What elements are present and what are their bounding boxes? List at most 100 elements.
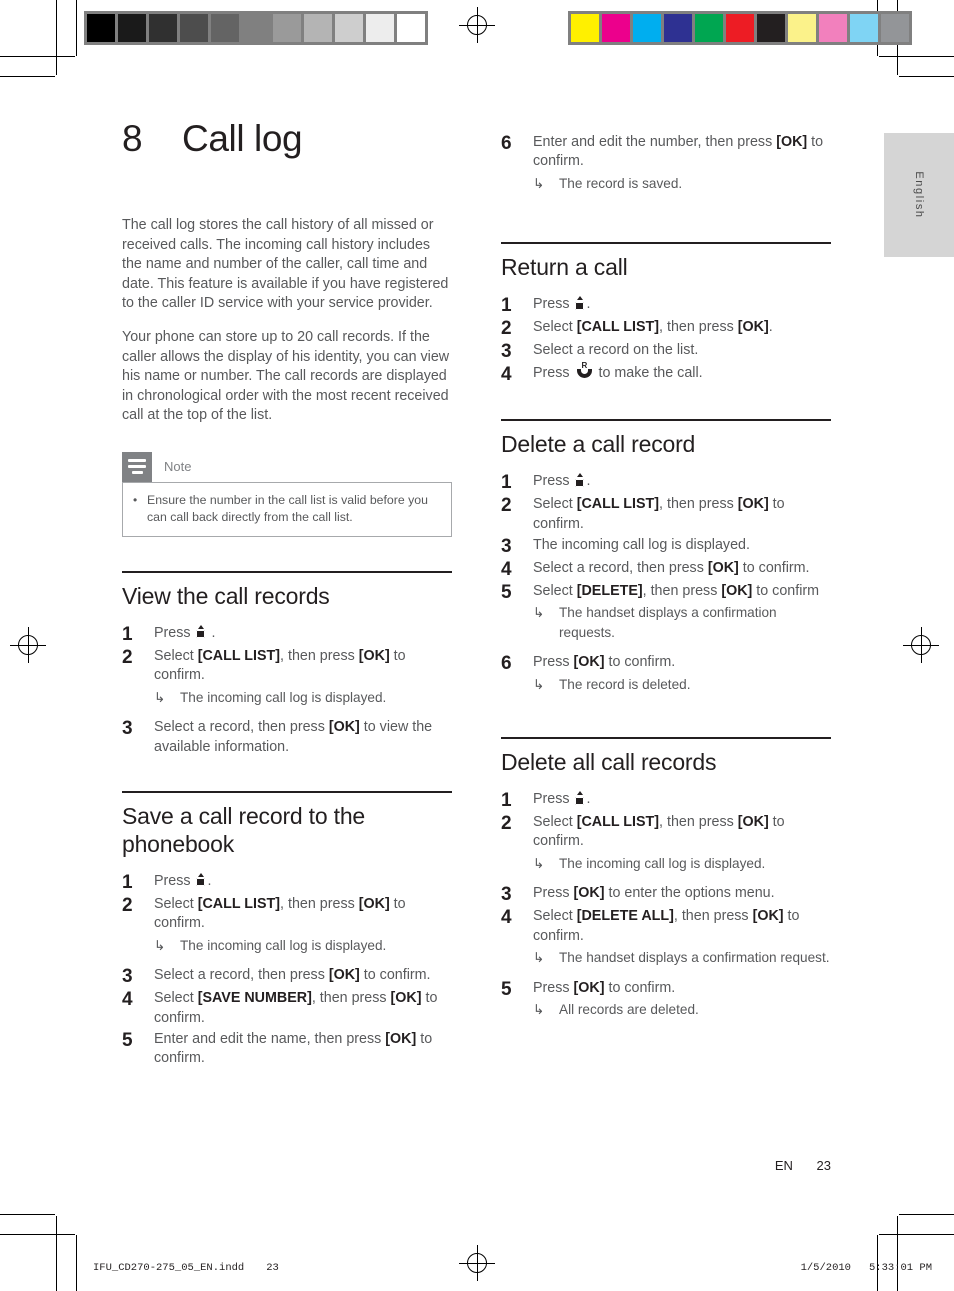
instruction-step: 3 Select a record, then press [OK] to con… bbox=[122, 966, 452, 987]
note-bullet: • bbox=[133, 492, 138, 507]
section-heading: Return a call bbox=[501, 254, 628, 281]
step-text: Select a record on the list. bbox=[533, 342, 699, 359]
chapter-title: 8 Call log bbox=[122, 118, 452, 160]
step-text: Select a record, then press [OK] to view… bbox=[154, 719, 433, 755]
step-number: 1 bbox=[122, 871, 133, 893]
result-text: The handset displays a confirmation requ… bbox=[559, 605, 777, 640]
intro-paragraph-2: Your phone can store up to 20 call recor… bbox=[122, 328, 450, 424]
steps-list: 1 Press . 2 Select [CALL LIST], then press … bbox=[501, 790, 831, 1028]
instruction-step: 5 Select [DELETE], then press [OK] to con… bbox=[501, 582, 831, 651]
section-rule bbox=[122, 570, 452, 573]
page-footer: EN 23 bbox=[501, 1158, 831, 1173]
result-text: The handset displays a confirmation requ… bbox=[559, 950, 830, 966]
step-number: 5 bbox=[501, 978, 512, 1000]
result-text: The incoming call log is displayed. bbox=[559, 855, 766, 871]
instruction-step: 1 Press . bbox=[501, 295, 831, 316]
phonebook-icon bbox=[196, 624, 207, 639]
note-title: Note bbox=[164, 459, 192, 475]
step-number: 3 bbox=[501, 341, 512, 363]
step-text: Press . bbox=[154, 624, 216, 641]
instruction-step: 4 Select a record, then press [OK] to con… bbox=[501, 559, 831, 580]
result-text: All records are deleted. bbox=[559, 1001, 699, 1017]
step-text: Select [CALL LIST], then press [OK] to c… bbox=[533, 814, 785, 850]
step-number: 4 bbox=[501, 364, 512, 386]
chapter-number: 8 bbox=[122, 118, 143, 159]
steps-list: 1 Press . 2 Select [CALL LIST], then press … bbox=[122, 872, 452, 1069]
step-text: Enter and edit the number, then press [O… bbox=[533, 134, 824, 170]
printed-manual-page: English 8 Call log The call log stores t… bbox=[0, 0, 954, 1291]
step-text: Enter and edit the name, then press [OK]… bbox=[154, 1031, 433, 1067]
step-result: ↳ The incoming call log is displayed. bbox=[154, 936, 452, 955]
step-number: 3 bbox=[122, 966, 133, 988]
step-text: Select [DELETE ALL], then press [OK] to … bbox=[533, 908, 800, 944]
step-text: Press . bbox=[533, 791, 591, 808]
section-delete-all-call-records: Delete all call records 1 Press . 2 Select … bbox=[501, 737, 831, 1028]
phonebook-icon bbox=[575, 791, 586, 805]
phonebook-icon bbox=[575, 473, 586, 487]
step-text: Select [CALL LIST], then press [OK] to c… bbox=[154, 895, 406, 932]
result-text: The incoming call log is displayed. bbox=[180, 937, 387, 953]
instruction-step: 2 Select [CALL LIST], then press [OK]. bbox=[501, 318, 831, 339]
step-text: Select [CALL LIST], then press [OK] to c… bbox=[533, 496, 785, 532]
footer-locale: EN bbox=[774, 1158, 793, 1173]
step-number: 2 bbox=[501, 318, 512, 340]
step-text: Press R to make the call. bbox=[533, 361, 703, 382]
right-column: 6 Enter and edit the number, then press [… bbox=[501, 133, 831, 1030]
instruction-step: 3 Select a record on the list. bbox=[501, 341, 831, 362]
note-callout: Note • Ensure the number in the call lis… bbox=[122, 451, 452, 537]
phonebook-icon bbox=[575, 296, 586, 310]
call-icon: R bbox=[576, 362, 593, 379]
instruction-step: 1 Press . bbox=[122, 872, 452, 893]
result-arrow-icon: ↳ bbox=[154, 689, 166, 705]
instruction-step: 2 Select [CALL LIST], then press [OK] to … bbox=[122, 647, 452, 716]
footer-page-number: 23 bbox=[816, 1158, 831, 1173]
slug-date: 1/5/2010 bbox=[800, 1262, 851, 1274]
chapter-name: Call log bbox=[182, 118, 303, 159]
note-icon bbox=[122, 451, 152, 482]
step-text: Press . bbox=[154, 872, 212, 889]
step-number: 1 bbox=[501, 790, 512, 812]
instruction-step: 2 Select [CALL LIST], then press [OK] to … bbox=[122, 895, 452, 964]
instruction-step: 3 The incoming call log is displayed. bbox=[501, 536, 831, 557]
instruction-step: 3 Select a record, then press [OK] to vie… bbox=[122, 718, 452, 757]
steps-list-continued: 6 Enter and edit the number, then press [… bbox=[501, 133, 831, 202]
instruction-step: 1 Press . bbox=[501, 472, 831, 493]
result-arrow-icon: ↳ bbox=[533, 950, 545, 966]
step-text: Select [SAVE NUMBER], then press [OK] to… bbox=[154, 990, 438, 1026]
step-result: ↳ The handset displays a confirmation req… bbox=[533, 948, 831, 967]
instruction-step: 6 Enter and edit the number, then press [… bbox=[501, 133, 831, 202]
instruction-step: 3 Press [OK] to enter the options menu. bbox=[501, 884, 831, 905]
step-result: ↳ The incoming call log is displayed. bbox=[154, 688, 452, 707]
step-number: 4 bbox=[122, 989, 133, 1011]
step-number: 6 bbox=[501, 653, 512, 675]
slug-time: 5:33:01 PM bbox=[868, 1262, 932, 1274]
phonebook-icon bbox=[196, 872, 207, 887]
section-view-call-records: View the call records 1 Press . 2 Select [C… bbox=[122, 570, 452, 757]
step-number: 3 bbox=[501, 884, 512, 906]
slug-left: IFU_CD270-275_05_EN.indd 23 bbox=[93, 1262, 279, 1274]
instruction-step: 2 Select [CALL LIST], then press [OK] to … bbox=[501, 813, 831, 882]
result-arrow-icon: ↳ bbox=[533, 676, 545, 692]
intro-paragraph-1: The call log stores the call history of … bbox=[122, 217, 449, 312]
instruction-step: 4 Select [DELETE ALL], then press [OK] to… bbox=[501, 907, 831, 976]
step-text: Press . bbox=[533, 296, 591, 313]
section-rule bbox=[501, 737, 831, 740]
instruction-step: 5 Press [OK] to confirm. ↳ All records are … bbox=[501, 979, 831, 1029]
step-text: Press . bbox=[533, 473, 591, 490]
section-heading: Delete a call record bbox=[501, 431, 696, 458]
section-rule bbox=[122, 790, 452, 793]
step-number: 2 bbox=[501, 495, 512, 517]
result-arrow-icon: ↳ bbox=[533, 1001, 545, 1017]
slug-right: 1/5/2010 5:33:01 PM bbox=[801, 1262, 932, 1274]
step-text: Press [OK] to enter the options menu. bbox=[533, 885, 775, 902]
step-number: 2 bbox=[122, 894, 133, 916]
step-text: Select a record, then press [OK] to conf… bbox=[533, 560, 810, 577]
step-number: 1 bbox=[122, 623, 133, 645]
instruction-step: 4 Select [SAVE NUMBER], then press [OK] t… bbox=[122, 989, 452, 1028]
section-return-a-call: Return a call 1 Press . 2 Select [CALL LIST… bbox=[501, 242, 831, 385]
result-arrow-icon: ↳ bbox=[533, 855, 545, 871]
steps-list: 1 Press . 2 Select [CALL LIST], then press … bbox=[501, 472, 831, 703]
step-number: 1 bbox=[501, 472, 512, 494]
step-result: ↳ The record is deleted. bbox=[533, 675, 690, 694]
step-number: 2 bbox=[122, 646, 133, 668]
